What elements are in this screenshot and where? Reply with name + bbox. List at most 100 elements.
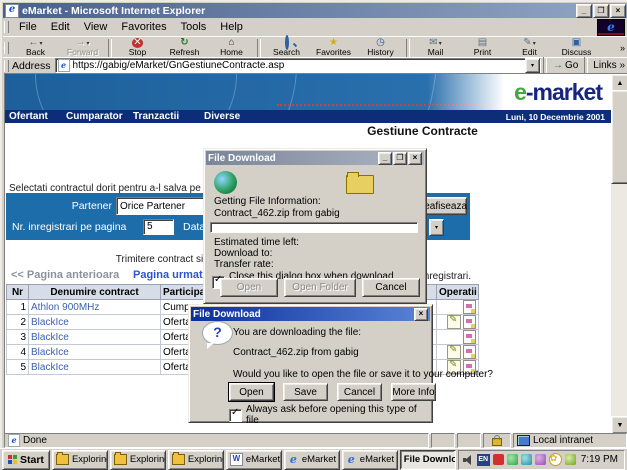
download-contract-icon[interactable] bbox=[463, 345, 476, 359]
file-download-prompt-dialog: File Download × ? You are downloading th… bbox=[188, 304, 433, 423]
signature-icon[interactable] bbox=[447, 315, 461, 329]
taskbar-task-file-download[interactable]: File Download bbox=[400, 450, 456, 470]
menu-item[interactable]: Edit bbox=[44, 20, 77, 34]
question-icon: ? bbox=[202, 321, 233, 345]
address-dropdown-button[interactable]: ▾ bbox=[525, 58, 540, 73]
open-folder-button: Open Folder bbox=[284, 278, 356, 297]
toolbar-grip[interactable] bbox=[4, 42, 9, 54]
status-text: Done bbox=[23, 435, 47, 446]
address-input[interactable]: e https://gabig/eMarket/GnGestiuneContra… bbox=[55, 58, 541, 73]
more-info-button[interactable]: More Info bbox=[391, 383, 436, 401]
stop-button[interactable]: ✕ Stop bbox=[114, 38, 161, 58]
language-indicator[interactable]: EN bbox=[477, 454, 490, 466]
vertical-scrollbar[interactable]: ▲ ▼ bbox=[611, 74, 627, 434]
minimize-button[interactable]: _ bbox=[378, 152, 392, 165]
tray-icon-green[interactable] bbox=[507, 454, 518, 465]
taskbar-task-exploring-1[interactable]: Exploring - D... bbox=[52, 450, 108, 470]
save-button[interactable]: Save bbox=[283, 383, 328, 401]
contract-link[interactable]: BlackIce bbox=[31, 317, 69, 328]
signature-icon[interactable] bbox=[447, 345, 461, 359]
contract-link[interactable]: BlackIce bbox=[31, 332, 69, 343]
toolbar-grip[interactable] bbox=[4, 60, 9, 72]
tray-icon-red[interactable] bbox=[493, 454, 504, 465]
refresh-button[interactable]: ↻ Refresh bbox=[161, 38, 208, 58]
download-file-name: Contract_462.zip from gabig bbox=[214, 208, 340, 219]
edit-button[interactable]: ✎▾ Edit bbox=[506, 38, 553, 58]
windows-logo-icon bbox=[8, 455, 17, 464]
tray-icon-leaf[interactable] bbox=[565, 454, 576, 465]
search-icon bbox=[285, 35, 289, 50]
minimize-button[interactable]: _ bbox=[576, 4, 592, 18]
maximize-button[interactable]: ❐ bbox=[593, 4, 609, 18]
taskbar-task-exploring-2[interactable]: Exploring - D... bbox=[110, 450, 166, 470]
tray-icon-teal[interactable] bbox=[521, 454, 532, 465]
per-page-label: Nr. inregistrari pe pagina bbox=[12, 221, 126, 233]
window-title: eMarket - Microsoft Internet Explorer bbox=[22, 5, 575, 17]
downloading-label: You are downloading the file: bbox=[233, 327, 361, 338]
menu-item[interactable]: Favorites bbox=[114, 20, 173, 34]
address-url[interactable]: https://gabig/eMarket/GnGestiuneContract… bbox=[73, 60, 525, 71]
toolbar-separator bbox=[406, 39, 410, 57]
open-button[interactable]: Open bbox=[229, 383, 274, 401]
maximize-button[interactable]: ❐ bbox=[393, 152, 407, 165]
home-button[interactable]: ⌂ Home bbox=[208, 38, 255, 58]
contract-link[interactable]: Athlon 900MHz bbox=[31, 302, 99, 313]
toolbar-grip[interactable] bbox=[4, 21, 9, 33]
nav-link[interactable]: Diverse bbox=[200, 111, 240, 122]
download-contract-icon[interactable] bbox=[463, 330, 476, 344]
nav-link[interactable]: Tranzactii bbox=[129, 111, 200, 122]
discuss-button[interactable]: ▣ Discuss bbox=[553, 38, 600, 58]
toolbar-overflow-chevron[interactable]: » bbox=[620, 43, 627, 53]
toolbar-separator bbox=[543, 57, 547, 75]
close-icon[interactable]: × bbox=[408, 152, 422, 165]
dialog-title-bar: File Download × bbox=[191, 307, 430, 321]
menu-item[interactable]: File bbox=[12, 20, 44, 34]
start-button[interactable]: Start bbox=[2, 450, 50, 470]
links-bar[interactable]: Links » bbox=[590, 60, 627, 71]
menu-item[interactable]: Tools bbox=[174, 20, 214, 34]
menu-bar: FileEditViewFavoritesToolsHelp e bbox=[3, 19, 627, 35]
close-icon[interactable]: × bbox=[414, 308, 428, 321]
taskbar-task-ie-list[interactable]: e eMarket - List... bbox=[342, 450, 398, 470]
close-button[interactable]: × bbox=[610, 4, 626, 18]
explorer-icon bbox=[56, 454, 69, 465]
dialog-title-bar: File Download _ ❐ × bbox=[206, 151, 424, 165]
taskbar-task-exploring-3[interactable]: Exploring - C:\... bbox=[168, 450, 224, 470]
cancel-button[interactable]: Cancel bbox=[337, 383, 382, 401]
tray-icon-flower[interactable] bbox=[549, 453, 562, 466]
contract-link[interactable]: BlackIce bbox=[31, 347, 69, 358]
status-pane: e Done bbox=[4, 433, 429, 448]
search-button[interactable]: Search bbox=[263, 38, 310, 58]
back-button[interactable]: ←▾ Back bbox=[12, 38, 59, 58]
print-button[interactable]: ▤ Print bbox=[459, 38, 506, 58]
transfer-rate-label: Transfer rate: bbox=[214, 259, 274, 270]
scroll-down-arrow[interactable]: ▼ bbox=[611, 416, 627, 434]
download-file-name: Contract_462.zip from gabig bbox=[233, 347, 359, 358]
contract-link[interactable]: BlackIce bbox=[31, 362, 69, 373]
date-dropdown-arrow[interactable]: ▾ bbox=[429, 219, 444, 236]
ie-icon: e bbox=[346, 454, 357, 465]
taskbar-task-ie-emarket[interactable]: e eMarket - Mic... bbox=[284, 450, 340, 470]
always-ask-checkbox[interactable] bbox=[229, 409, 242, 422]
menu-item[interactable]: Help bbox=[213, 20, 250, 34]
history-button[interactable]: ◷ History bbox=[357, 38, 404, 58]
download-contract-icon[interactable] bbox=[463, 300, 476, 314]
download-contract-icon[interactable] bbox=[463, 315, 476, 329]
estimated-time-label: Estimated time left: bbox=[214, 237, 299, 248]
mail-button[interactable]: ✉▾ Mail bbox=[412, 38, 459, 58]
row-number: 4 bbox=[7, 345, 29, 360]
nav-link[interactable]: Cumparator bbox=[62, 111, 129, 122]
go-button[interactable]: → Go bbox=[549, 59, 582, 73]
menu-item[interactable]: View bbox=[77, 20, 115, 34]
per-page-input[interactable]: 5 bbox=[143, 219, 174, 235]
scrollbar-thumb[interactable] bbox=[611, 90, 627, 184]
taskbar-task-word-doc[interactable]: W eMarket1.doc... bbox=[226, 450, 282, 470]
nav-link[interactable]: Ofertant bbox=[5, 111, 62, 122]
volume-icon[interactable] bbox=[463, 454, 474, 465]
tray-icon-purple[interactable] bbox=[535, 454, 546, 465]
favorites-button[interactable]: ★ Favorites bbox=[310, 38, 357, 58]
go-icon: → bbox=[553, 60, 563, 71]
cancel-button[interactable]: Cancel bbox=[362, 278, 420, 297]
emarket-logo: e-market bbox=[427, 74, 611, 110]
page-icon: e bbox=[8, 434, 20, 447]
